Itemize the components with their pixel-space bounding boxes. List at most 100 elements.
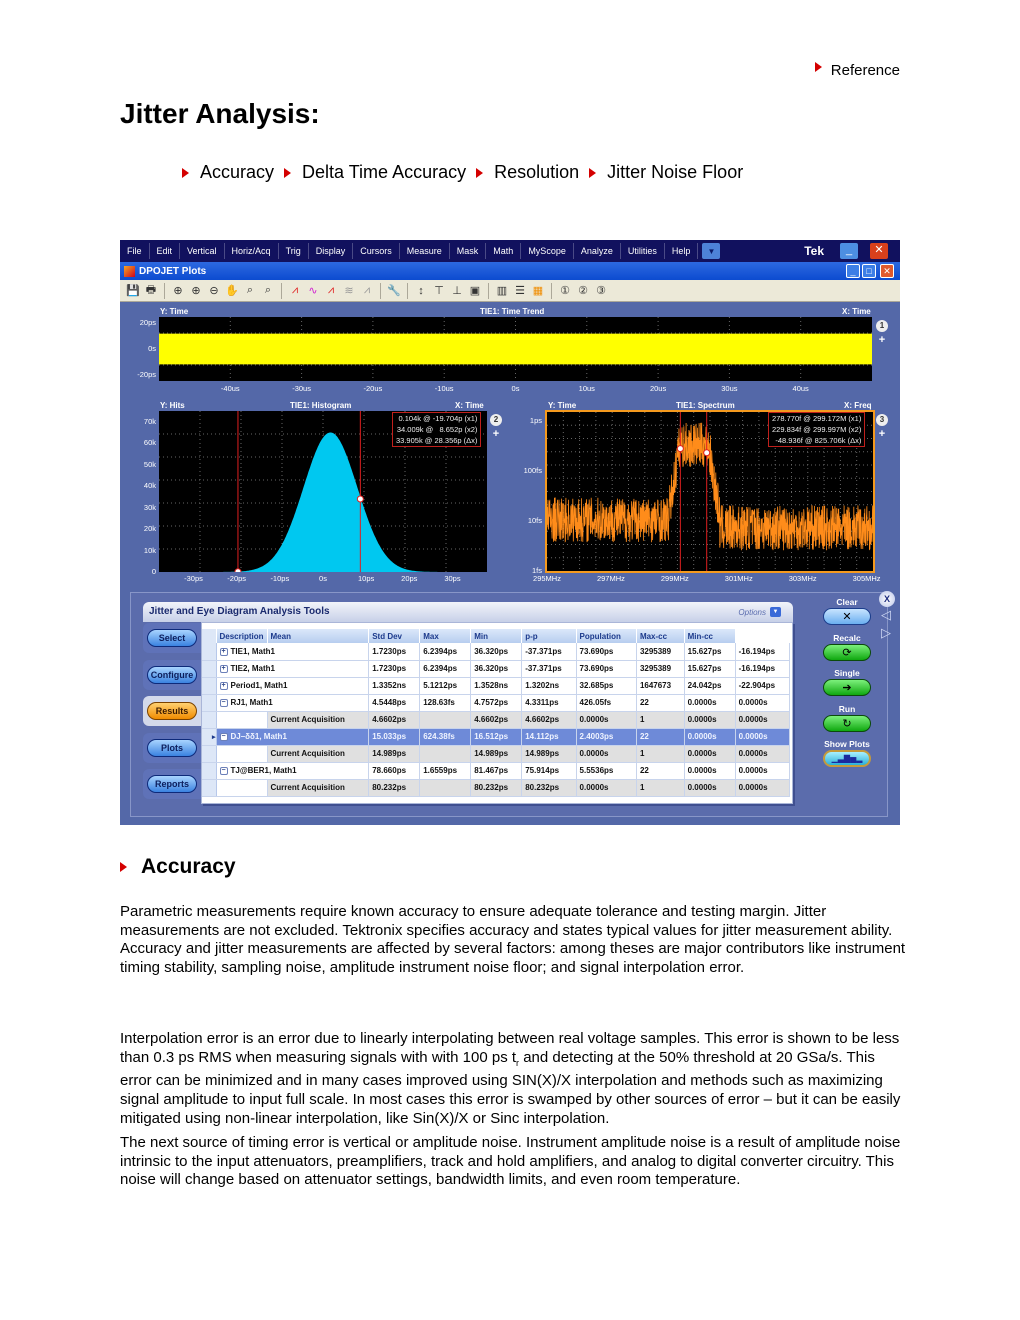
column-header[interactable]: Mean bbox=[267, 629, 370, 643]
menu-horizacq[interactable]: Horiz/Acq bbox=[225, 243, 279, 259]
panel-close-button[interactable]: X bbox=[879, 591, 895, 607]
recalc-button[interactable]: ⟳ bbox=[823, 643, 871, 661]
expand-icon[interactable]: + bbox=[219, 664, 228, 673]
waveform-reset-icon[interactable]: ⩘ bbox=[324, 284, 338, 298]
column-header[interactable]: Max bbox=[419, 629, 472, 643]
row-gutter bbox=[202, 694, 217, 712]
zoom-fit-icon[interactable]: ⊕ bbox=[189, 284, 203, 298]
top-icon[interactable]: ▣ bbox=[468, 284, 482, 298]
menu-analyze[interactable]: Analyze bbox=[574, 243, 621, 259]
menu-math[interactable]: Math bbox=[486, 243, 522, 259]
zoom-in-icon[interactable]: ⊕ bbox=[171, 284, 185, 298]
plot-1-icon[interactable]: ① bbox=[558, 284, 572, 298]
reference-link[interactable]: Reference bbox=[814, 61, 900, 79]
toc-link-jitter-noise-floor[interactable]: Jitter Noise Floor bbox=[589, 162, 743, 183]
single-button[interactable]: ➔ bbox=[823, 679, 871, 696]
expand-icon[interactable]: + bbox=[219, 681, 228, 690]
menu-utilities[interactable]: Utilities bbox=[621, 243, 665, 259]
table-row[interactable]: − RJ1, Math1 4.5448ps 128.63fs 4.7572ps 4.331… bbox=[202, 694, 791, 712]
toc-link-accuracy[interactable]: Accuracy bbox=[182, 162, 274, 183]
table-row[interactable]: ▸ − DJ–δδ1, Math1 15.033ps 624.38fs 16.512ps 1… bbox=[202, 728, 791, 746]
cursor-bottom-icon[interactable]: ⊥ bbox=[450, 284, 464, 298]
panel-expand-right-icon[interactable]: ▷ bbox=[881, 625, 891, 641]
waveform-pink-icon[interactable]: ∿ bbox=[306, 284, 320, 298]
column-header[interactable]: Population bbox=[576, 629, 637, 643]
cell-text: 14.989ps bbox=[372, 749, 407, 758]
menu-edit[interactable]: Edit bbox=[150, 243, 181, 259]
recalc-label: Recalc bbox=[833, 632, 861, 643]
column-header[interactable]: p-p bbox=[521, 629, 577, 643]
recalc-icon: ⟳ bbox=[842, 646, 852, 659]
menu-display[interactable]: Display bbox=[309, 243, 354, 259]
plot-1-badge[interactable]: 1 bbox=[876, 320, 888, 332]
zoom-disabled-icon[interactable]: ⌕ bbox=[261, 284, 275, 298]
collapse-icon[interactable]: − bbox=[219, 766, 228, 775]
show-plots-button[interactable]: ▁▃▇▅▂ bbox=[823, 750, 871, 767]
select-button[interactable]: Select bbox=[147, 629, 197, 647]
collapse-icon[interactable]: − bbox=[219, 698, 228, 707]
plot-2-icon[interactable]: ② bbox=[576, 284, 590, 298]
layout-grid-icon[interactable]: ▦ bbox=[531, 284, 545, 298]
waveform-gray2-icon[interactable]: ⩘ bbox=[360, 284, 374, 298]
layout-columns-icon[interactable]: ▥ bbox=[495, 284, 509, 298]
plot-2-badge[interactable]: 2 bbox=[490, 414, 502, 426]
column-header[interactable]: Min bbox=[470, 629, 523, 643]
run-button[interactable]: ↻ bbox=[823, 714, 871, 732]
zoom-box-icon[interactable]: ⌕ bbox=[243, 284, 257, 298]
column-header[interactable]: Description bbox=[216, 629, 268, 643]
scope-minimize-button[interactable]: _ bbox=[840, 243, 858, 259]
expand-icon[interactable]: + bbox=[219, 647, 228, 656]
print-icon[interactable]: 🖶 bbox=[144, 284, 158, 298]
panel-collapse-left-icon[interactable]: ◁ bbox=[881, 607, 891, 623]
menu-measure[interactable]: Measure bbox=[400, 243, 450, 259]
cell-text: 0.0000s bbox=[738, 766, 768, 775]
menu-mask[interactable]: Mask bbox=[450, 243, 487, 259]
configure-button[interactable]: Configure bbox=[147, 665, 197, 684]
menu-myscope[interactable]: MyScope bbox=[521, 243, 574, 259]
clear-button[interactable]: ✕ bbox=[823, 608, 871, 625]
time-trend-plot[interactable] bbox=[158, 317, 872, 381]
zoom-out-icon[interactable]: ⊖ bbox=[207, 284, 221, 298]
options-dropdown[interactable]: Options ▼ bbox=[738, 607, 781, 617]
wrench-icon[interactable]: 🔧 bbox=[387, 284, 401, 298]
toc-link-resolution[interactable]: Resolution bbox=[476, 162, 579, 183]
plot-3-icon[interactable]: ③ bbox=[594, 284, 608, 298]
hist-add-button[interactable]: + bbox=[490, 428, 502, 440]
menu-vertical[interactable]: Vertical bbox=[180, 243, 225, 259]
plots-close-button[interactable]: ✕ bbox=[880, 264, 894, 278]
plots-window-titlebar: DPOJET Plots bbox=[120, 262, 900, 280]
collapse-icon[interactable]: − bbox=[219, 732, 228, 741]
table-row[interactable]: Current Acquisition 4.6602ps 4.6602ps 4.660… bbox=[202, 711, 791, 729]
menu-cursors[interactable]: Cursors bbox=[353, 243, 400, 259]
waveform-gray-icon[interactable]: ≋ bbox=[342, 284, 356, 298]
menu-help[interactable]: Help bbox=[665, 243, 699, 259]
column-header[interactable]: Min-cc bbox=[684, 629, 736, 643]
menu-trig[interactable]: Trig bbox=[279, 243, 309, 259]
table-row[interactable]: + TIE1, Math1 1.7230ps 6.2394ps 36.320ps -37.… bbox=[202, 643, 791, 661]
reports-button[interactable]: Reports bbox=[147, 775, 197, 793]
toc-link-delta-time-accuracy[interactable]: Delta Time Accuracy bbox=[284, 162, 466, 183]
waveform-red-icon[interactable]: ⩘ bbox=[288, 284, 302, 298]
trend-add-button[interactable]: + bbox=[876, 334, 888, 346]
table-row[interactable]: − TJ@BER1, Math1 78.660ps 1.6559ps 81.467ps 7… bbox=[202, 762, 791, 780]
menu-dropdown-button[interactable]: ▼ bbox=[702, 243, 721, 259]
cursor-vert-icon[interactable]: ↕ bbox=[414, 284, 428, 298]
plots-minimize-button[interactable]: _ bbox=[846, 264, 860, 278]
layout-rows-icon[interactable]: ☰ bbox=[513, 284, 527, 298]
menu-file[interactable]: File bbox=[120, 243, 150, 259]
pan-hand-icon[interactable]: ✋ bbox=[225, 284, 239, 298]
scope-close-button[interactable]: ✕ bbox=[870, 243, 888, 259]
plots-button[interactable]: Plots bbox=[147, 738, 197, 757]
cursor-top-icon[interactable]: ⊤ bbox=[432, 284, 446, 298]
results-button[interactable]: Results bbox=[147, 702, 197, 720]
table-row[interactable]: Current Acquisition 80.232ps 80.232ps 80.23… bbox=[202, 779, 791, 797]
column-header[interactable]: Max-cc bbox=[636, 629, 685, 643]
table-row[interactable]: + Period1, Math1 1.3352ns 5.1212ps 1.3528ns 1… bbox=[202, 677, 791, 695]
save-icon[interactable]: 💾 bbox=[126, 284, 140, 298]
column-header[interactable]: Std Dev bbox=[368, 629, 421, 643]
table-row[interactable]: + TIE2, Math1 1.7230ps 6.2394ps 36.320ps -37.… bbox=[202, 660, 791, 678]
table-row[interactable]: Current Acquisition 14.989ps 14.989ps 14.98… bbox=[202, 745, 791, 763]
plot-3-badge[interactable]: 3 bbox=[876, 414, 888, 426]
plots-maximize-button[interactable]: □ bbox=[862, 264, 876, 278]
spec-add-button[interactable]: + bbox=[876, 428, 888, 440]
